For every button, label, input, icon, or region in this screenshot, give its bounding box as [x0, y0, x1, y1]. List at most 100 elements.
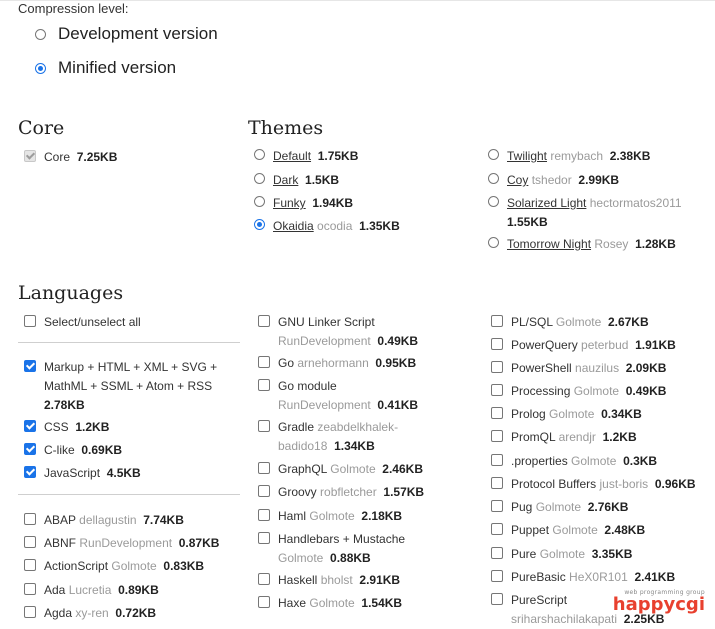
theme-okaidia-size: 1.35KB — [359, 219, 400, 233]
lang-processing-name: Processing — [511, 384, 571, 398]
theme-twilight-name[interactable]: Twilight — [507, 149, 547, 163]
theme-twilight-radio[interactable] — [488, 149, 499, 160]
lang-powerquery[interactable]: PowerQuery peterbud 1.91KB — [491, 336, 676, 355]
theme-funky[interactable]: Funky 1.94KB — [254, 194, 353, 213]
lang-haskell-checkbox[interactable] — [258, 573, 270, 585]
theme-solarized-light-radio[interactable] — [488, 196, 499, 207]
lang-gnu-linker-script[interactable]: GNU Linker Script RunDevelopment 0.49KB — [258, 313, 458, 351]
minified-radio[interactable] — [35, 62, 46, 74]
lang-plsql[interactable]: PL/SQL Golmote 2.67KB — [491, 313, 649, 332]
lang-protocol-buffers-checkbox[interactable] — [491, 477, 503, 489]
theme-default-radio[interactable] — [254, 149, 265, 160]
lang-markup-checkbox[interactable] — [24, 360, 36, 372]
lang-properties-checkbox[interactable] — [491, 454, 503, 466]
lang-prolog-checkbox[interactable] — [491, 407, 503, 419]
lang-gnu-linker-script-checkbox[interactable] — [258, 315, 270, 327]
theme-tomorrow-night-name[interactable]: Tomorrow Night — [507, 237, 591, 251]
lang-graphql[interactable]: GraphQL Golmote 2.46KB — [258, 460, 423, 479]
theme-tomorrow-night[interactable]: Tomorrow Night Rosey 1.28KB — [488, 235, 676, 254]
lang-gnu-linker-script-name: GNU Linker Script — [278, 315, 375, 329]
theme-funky-name[interactable]: Funky — [273, 196, 306, 210]
theme-coy-name[interactable]: Coy — [507, 173, 528, 187]
lang-pure[interactable]: Pure Golmote 3.35KB — [491, 545, 632, 564]
theme-funky-radio[interactable] — [254, 196, 265, 207]
theme-default-name[interactable]: Default — [273, 149, 311, 163]
lang-ada-checkbox[interactable] — [24, 583, 36, 595]
theme-okaidia-radio[interactable] — [254, 219, 265, 230]
lang-groovy[interactable]: Groovy robfletcher 1.57KB — [258, 483, 424, 502]
theme-dark[interactable]: Dark 1.5KB — [254, 171, 339, 190]
lang-agda[interactable]: Agda xy-ren 0.72KB — [24, 604, 156, 623]
lang-haml[interactable]: Haml Golmote 2.18KB — [258, 507, 402, 526]
lang-pure-checkbox[interactable] — [491, 547, 503, 559]
theme-solarized-light[interactable]: Solarized Light hectormatos2011 1.55KB — [488, 194, 703, 232]
lang-javascript[interactable]: JavaScript 4.5KB — [24, 464, 141, 483]
development-radio[interactable] — [35, 28, 46, 40]
lang-abnf-checkbox[interactable] — [24, 536, 36, 548]
lang-puppet-checkbox[interactable] — [491, 523, 503, 535]
theme-default-size: 1.75KB — [317, 149, 359, 163]
theme-coy-radio[interactable] — [488, 173, 499, 184]
lang-actionscript-checkbox[interactable] — [24, 559, 36, 571]
lang-css[interactable]: CSS 1.2KB — [24, 418, 109, 437]
lang-haml-checkbox[interactable] — [258, 509, 270, 521]
lang-protocol-buffers[interactable]: Protocol Buffers just-boris 0.96KB — [491, 475, 696, 494]
select-all[interactable]: Select/unselect all — [24, 313, 141, 332]
lang-haxe[interactable]: Haxe Golmote 1.54KB — [258, 594, 402, 613]
theme-tomorrow-night-author: Rosey — [594, 237, 629, 251]
lang-css-checkbox[interactable] — [24, 420, 36, 432]
theme-coy[interactable]: Coy tshedor 2.99KB — [488, 171, 619, 190]
theme-default[interactable]: Default 1.75KB — [254, 147, 358, 166]
lang-go-module-checkbox[interactable] — [258, 379, 270, 391]
lang-gradle-checkbox[interactable] — [258, 420, 270, 432]
lang-clike[interactable]: C-like 0.69KB — [24, 441, 122, 460]
lang-clike-checkbox[interactable] — [24, 443, 36, 455]
lang-gradle[interactable]: Gradle zeabdelkhalek-badido18 1.34KB — [258, 418, 448, 456]
lang-go-checkbox[interactable] — [258, 356, 270, 368]
lang-purebasic-checkbox[interactable] — [491, 570, 503, 582]
lang-javascript-checkbox[interactable] — [24, 466, 36, 478]
lang-promql-checkbox[interactable] — [491, 430, 503, 442]
lang-go-name: Go — [278, 356, 295, 370]
lang-haxe-checkbox[interactable] — [258, 596, 270, 608]
compression-option-development[interactable]: Development version — [35, 24, 218, 44]
lang-processing[interactable]: Processing Golmote 0.49KB — [491, 382, 666, 401]
lang-processing-checkbox[interactable] — [491, 384, 503, 396]
select-all-checkbox[interactable] — [24, 315, 36, 327]
theme-okaidia-name[interactable]: Okaidia — [273, 219, 314, 233]
lang-promql[interactable]: PromQL arendjr 1.2KB — [491, 428, 637, 447]
theme-dark-name[interactable]: Dark — [273, 173, 298, 187]
lang-powershell[interactable]: PowerShell nauzilus 2.09KB — [491, 359, 666, 378]
theme-tomorrow-night-radio[interactable] — [488, 237, 499, 248]
lang-graphql-checkbox[interactable] — [258, 462, 270, 474]
lang-markup[interactable]: Markup + HTML + XML + SVG + MathML + SSM… — [24, 358, 224, 415]
theme-solarized-light-name[interactable]: Solarized Light — [507, 196, 586, 210]
lang-groovy-checkbox[interactable] — [258, 485, 270, 497]
lang-actionscript-name: ActionScript — [44, 559, 109, 573]
lang-abnf[interactable]: ABNF RunDevelopment 0.87KB — [24, 534, 219, 553]
lang-actionscript[interactable]: ActionScript Golmote 0.83KB — [24, 557, 204, 576]
lang-purebasic[interactable]: PureBasic HeX0R101 2.41KB — [491, 568, 675, 587]
lang-handlebars-checkbox[interactable] — [258, 532, 270, 544]
lang-abap[interactable]: ABAP dellagustin 7.74KB — [24, 511, 184, 530]
lang-pug[interactable]: Pug Golmote 2.76KB — [491, 498, 628, 517]
lang-agda-checkbox[interactable] — [24, 606, 36, 618]
theme-okaidia[interactable]: Okaidia ocodia 1.35KB — [254, 217, 400, 236]
lang-go-module[interactable]: Go module RunDevelopment 0.41KB — [258, 377, 458, 415]
lang-pug-checkbox[interactable] — [491, 500, 503, 512]
lang-haskell[interactable]: Haskell bholst 2.91KB — [258, 571, 400, 590]
lang-properties[interactable]: .properties Golmote 0.3KB — [491, 452, 657, 471]
lang-plsql-checkbox[interactable] — [491, 315, 503, 327]
lang-prolog[interactable]: Prolog Golmote 0.34KB — [491, 405, 642, 424]
theme-dark-radio[interactable] — [254, 173, 265, 184]
lang-powerquery-checkbox[interactable] — [491, 338, 503, 350]
lang-purescript-checkbox[interactable] — [491, 593, 503, 605]
lang-abap-checkbox[interactable] — [24, 513, 36, 525]
lang-powershell-checkbox[interactable] — [491, 361, 503, 373]
compression-option-minified[interactable]: Minified version — [35, 58, 176, 78]
theme-twilight[interactable]: Twilight remybach 2.38KB — [488, 147, 650, 166]
lang-puppet[interactable]: Puppet Golmote 2.48KB — [491, 521, 645, 540]
lang-ada[interactable]: Ada Lucretia 0.89KB — [24, 581, 159, 600]
lang-go[interactable]: Go arnehormann 0.95KB — [258, 354, 416, 373]
lang-handlebars[interactable]: Handlebars + Mustache Golmote 0.88KB — [258, 530, 458, 568]
